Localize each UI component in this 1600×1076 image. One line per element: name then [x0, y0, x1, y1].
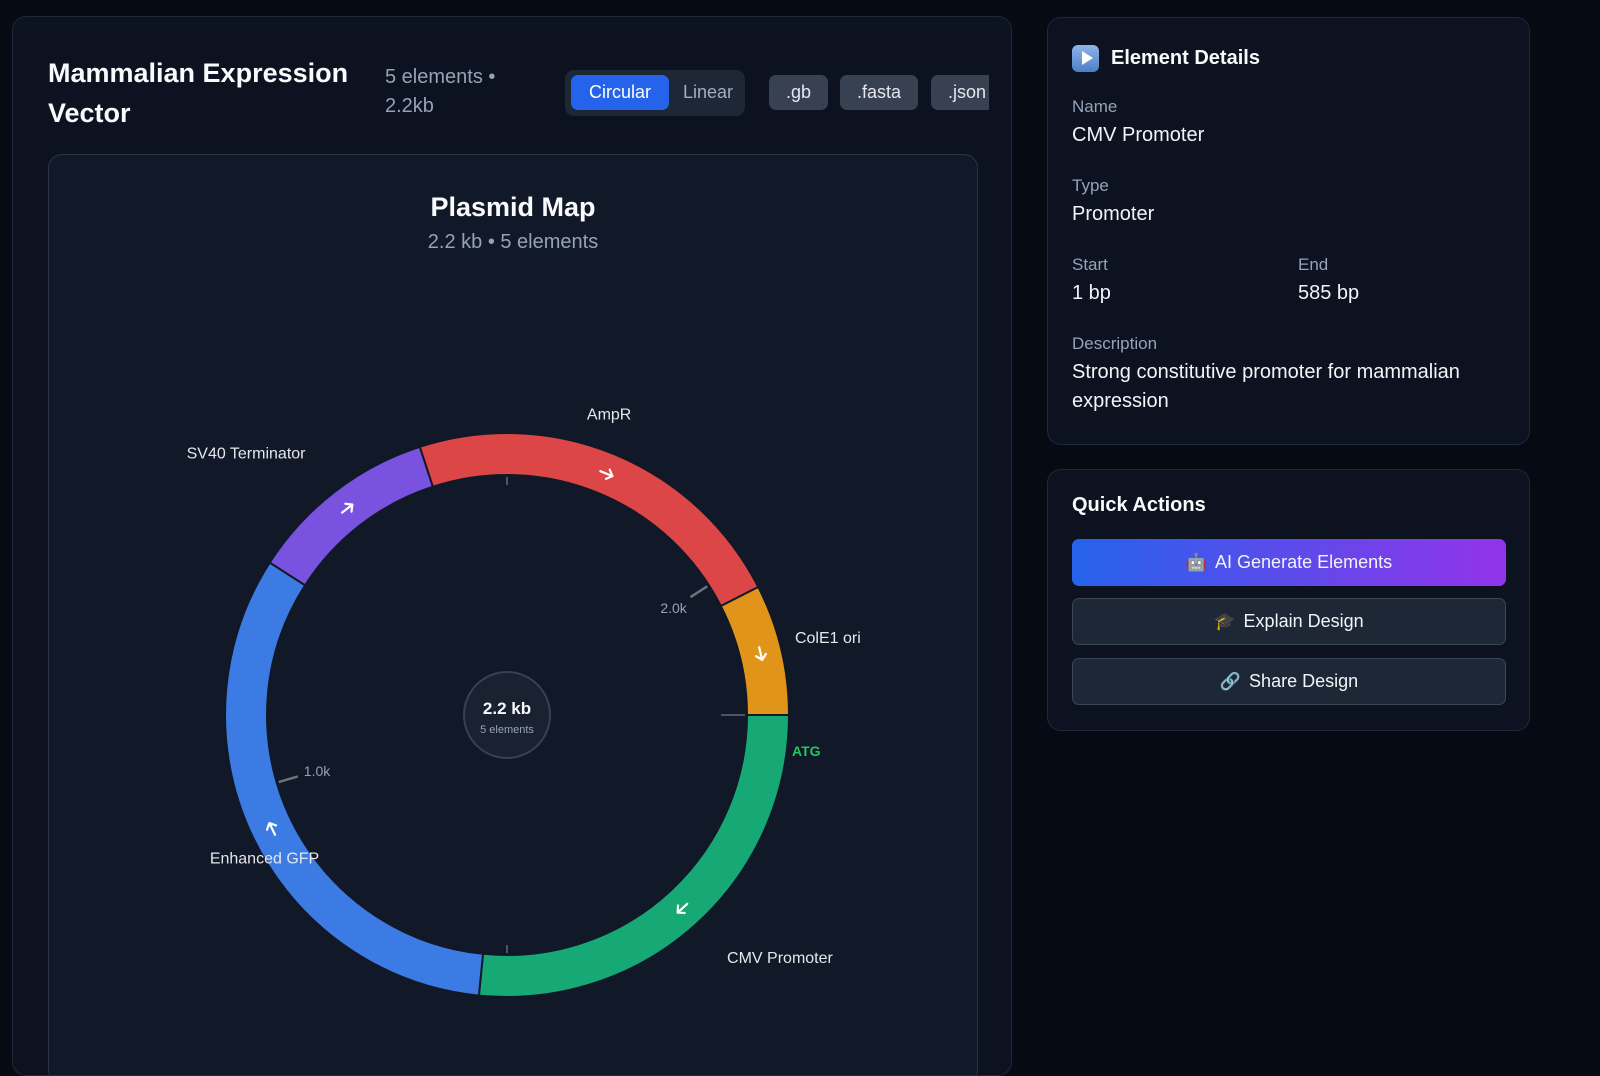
element-details-card: Element Details Name CMV Promoter Type P…: [1047, 17, 1530, 445]
quick-actions-card: Quick Actions 🤖 AI Generate Elements 🎓 E…: [1047, 469, 1530, 731]
segment-sv40-terminator[interactable]: [268, 445, 435, 587]
play-icon: [1072, 44, 1099, 72]
export-buttons: .gb .fasta .json: [769, 75, 989, 111]
plasmid-map-card: Plasmid Map 2.2 kb • 5 elements 2.0k 1.0k…: [48, 154, 978, 1075]
segment-ampr[interactable]: [418, 432, 760, 608]
type-label: Type: [1072, 176, 1109, 195]
description-label: Description: [1072, 334, 1158, 353]
linear-view-button[interactable]: Linear: [683, 75, 745, 110]
ai-generate-label: AI Generate Elements: [1215, 552, 1393, 572]
tick-label: 1.0k: [304, 763, 331, 779]
share-design-button[interactable]: 🔗 Share Design: [1072, 658, 1506, 705]
major-tick: [689, 585, 708, 599]
segment-label: ColE1 ori: [795, 630, 861, 647]
share-design-label: Share Design: [1249, 671, 1359, 691]
robot-icon: 🤖: [1185, 552, 1208, 572]
center-count: 5 elements: [480, 724, 534, 736]
details-title: Element Details: [1111, 46, 1260, 69]
start-codon-label: ATG: [792, 743, 821, 759]
circular-view-button[interactable]: Circular: [571, 75, 669, 110]
explain-design-button[interactable]: 🎓 Explain Design: [1072, 598, 1506, 645]
type-value: Promoter: [1072, 203, 1155, 225]
design-meta: 5 elements • 2.2kb: [385, 66, 496, 117]
end-value: 585 bp: [1298, 282, 1360, 304]
editor-panel: Mammalian Expression Vector 5 elements •…: [12, 16, 1012, 1076]
description-value: Strong constitutive promoter for mammali…: [1072, 361, 1460, 412]
page-title: Mammalian Expression Vector: [48, 58, 349, 128]
tick-label: 2.0k: [660, 600, 687, 616]
major-tick: [278, 775, 299, 784]
view-toggle: Circular Linear: [565, 70, 745, 116]
center-size: 2.2 kb: [483, 699, 531, 718]
ai-generate-button[interactable]: 🤖 AI Generate Elements: [1072, 539, 1506, 586]
plasmid-map: 2.0k 1.0k CMV Promoter Enhanced GFP SV40 Te…: [187, 407, 861, 998]
link-icon: 🔗: [1219, 671, 1242, 691]
export-gb-button[interactable]: .gb: [769, 75, 829, 110]
segment-label: SV40 Terminator: [187, 446, 307, 463]
graduation-cap-icon: 🎓: [1214, 611, 1236, 631]
segment-label: Enhanced GFP: [210, 850, 319, 867]
name-value: CMV Promoter: [1072, 124, 1205, 146]
name-label: Name: [1072, 97, 1118, 116]
segment-label: CMV Promoter: [727, 950, 833, 967]
segment-label: AmpR: [587, 407, 631, 424]
segment-cole1-ori[interactable]: [719, 585, 791, 716]
quick-actions-title: Quick Actions: [1072, 494, 1206, 516]
export-fasta-button[interactable]: .fasta: [840, 75, 919, 110]
end-label: End: [1298, 255, 1329, 274]
export-json-button[interactable]: .json: [931, 75, 989, 110]
start-label: Start: [1072, 255, 1108, 274]
explain-design-label: Explain Design: [1243, 611, 1364, 631]
details-header: Element Details: [1072, 42, 1260, 74]
start-value: 1 bp: [1072, 282, 1111, 304]
segment-enhanced-gfp[interactable]: [224, 561, 485, 997]
